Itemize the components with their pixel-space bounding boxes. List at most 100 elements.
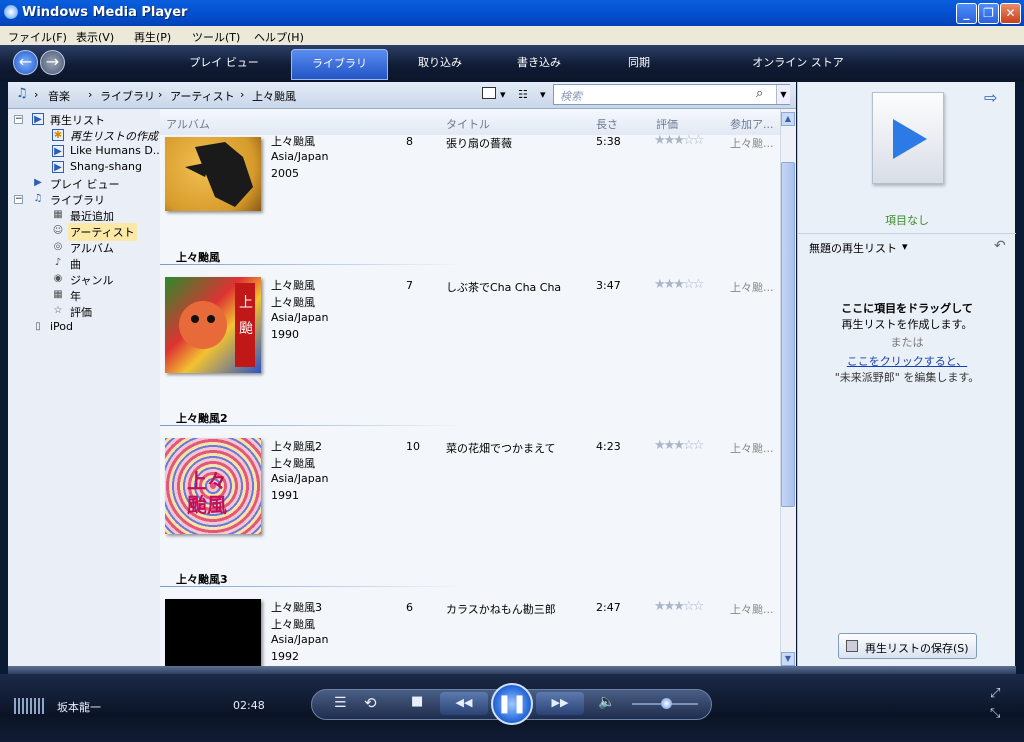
row-title[interactable]: しぶ茶でCha Cha Cha: [446, 279, 561, 295]
save-playlist-button[interactable]: 再生リストの保存(S): [838, 633, 977, 659]
recently-added-icon: ▦: [53, 209, 63, 220]
tree-create-playlist[interactable]: 再生リストの作成: [70, 128, 158, 144]
undo-icon[interactable]: ↶: [994, 238, 1006, 254]
search-input[interactable]: 検索: [560, 88, 582, 104]
tab-now-playing[interactable]: プレイ ビュー: [160, 49, 288, 80]
playlist-icon: ▶: [52, 161, 64, 173]
tree-now-playing[interactable]: プレイ ビュー: [50, 176, 120, 192]
tab-sync[interactable]: 同期: [590, 49, 688, 80]
layout-options-icon[interactable]: ☷: [518, 88, 528, 101]
tree-library[interactable]: ライブラリ: [50, 192, 105, 208]
menu-play[interactable]: 再生(P): [134, 29, 171, 45]
group-title: 上々颱風2: [176, 412, 228, 425]
search-icon[interactable]: ⌕: [756, 86, 763, 101]
search-dropdown-icon[interactable]: ▼: [776, 85, 790, 104]
compact-mode-icon[interactable]: ⤡: [990, 706, 1000, 721]
album-art[interactable]: 上颱: [165, 277, 261, 373]
row-album: 上々颱風: [271, 457, 315, 470]
tree-playlist-2[interactable]: Shang-shang: [70, 160, 142, 173]
forward-arrow-icon[interactable]: ⇨: [984, 88, 997, 107]
tab-burn[interactable]: 書き込み: [490, 49, 588, 80]
tree-playlist-1[interactable]: Like Humans D...: [70, 144, 163, 157]
chevron-down-icon[interactable]: ▾: [500, 88, 506, 101]
collapse-icon[interactable]: −: [14, 115, 23, 124]
row-title[interactable]: 張り扇の薔薇: [446, 135, 512, 151]
fullscreen-icon[interactable]: ⤢: [990, 686, 1000, 701]
search-box[interactable]: 検索 ⌕ ▼: [553, 84, 790, 105]
minimize-button[interactable]: _: [956, 3, 977, 24]
tab-library[interactable]: ライブラリ: [291, 49, 388, 80]
tree-rating[interactable]: 評価: [70, 304, 92, 320]
album-art[interactable]: [165, 599, 261, 666]
breadcrumb-current[interactable]: 上々颱風: [252, 88, 296, 104]
window-title: Windows Media Player: [22, 5, 188, 20]
breadcrumb-artist[interactable]: アーティスト: [170, 88, 235, 104]
tree-recent[interactable]: 最近追加: [70, 208, 114, 224]
volume-icon[interactable]: 🔈: [598, 694, 615, 710]
album-art[interactable]: 上々 颱風: [165, 438, 261, 534]
svg-text:颱風: 颱風: [187, 493, 227, 517]
group-divider: [160, 425, 460, 426]
column-album[interactable]: アルバム: [166, 116, 210, 132]
chevron-down-icon[interactable]: ▾: [540, 88, 546, 101]
column-contributing-artist[interactable]: 参加ア...: [730, 116, 774, 132]
tree-playlists[interactable]: 再生リスト: [50, 112, 105, 128]
row-title[interactable]: 菜の花畑でつかまえて: [446, 440, 555, 456]
repeat-icon[interactable]: ⟲: [364, 694, 377, 712]
row-year: 1990: [271, 328, 299, 341]
tree-artist[interactable]: アーティスト: [68, 223, 137, 241]
breadcrumb-library[interactable]: ライブラリ: [100, 88, 155, 104]
tab-online-store[interactable]: オンライン ストア: [698, 49, 898, 80]
rating-stars[interactable]: ★★★☆☆: [654, 133, 704, 148]
svg-text:上: 上: [239, 295, 253, 311]
menu-view[interactable]: 表示(V): [76, 29, 114, 45]
tree-year[interactable]: 年: [70, 288, 81, 304]
forward-button[interactable]: →: [40, 50, 65, 75]
menu-file[interactable]: ファイル(F): [8, 29, 67, 45]
group-divider: [160, 586, 460, 587]
menu-help[interactable]: ヘルプ(H): [254, 29, 304, 45]
tab-rip[interactable]: 取り込み: [392, 49, 488, 80]
shuffle-icon[interactable]: ☰: [334, 695, 347, 711]
horizontal-scrollbar[interactable]: [8, 666, 1016, 674]
scrollbar-thumb[interactable]: [781, 162, 795, 507]
previous-icon[interactable]: ◀◀: [440, 692, 488, 715]
drag-hint-title: ここに項目をドラッグして: [841, 302, 973, 315]
tree-ipod[interactable]: iPod: [50, 320, 73, 333]
column-length[interactable]: 長さ: [596, 116, 618, 132]
tree-album[interactable]: アルバム: [70, 240, 114, 256]
album-art[interactable]: [165, 137, 261, 211]
tree-genre[interactable]: ジャンル: [70, 272, 113, 288]
chevron-down-icon[interactable]: ▾: [902, 240, 908, 253]
save-playlist-label: 再生リストの保存(S): [865, 642, 969, 655]
close-button[interactable]: ✕: [1000, 3, 1021, 24]
row-genre: Asia/Japan: [271, 472, 329, 485]
volume-thumb[interactable]: [661, 698, 672, 709]
row-contrib: 上々颱...: [730, 137, 774, 150]
drag-hint-text: 再生リストを作成します。: [841, 318, 973, 331]
edit-hint: "未来派野郎" を編集します。: [834, 371, 980, 384]
stop-icon[interactable]: ■: [411, 694, 423, 709]
tree-song[interactable]: 曲: [70, 256, 81, 272]
column-rating[interactable]: 評価: [656, 116, 678, 132]
breadcrumb-music[interactable]: 音楽: [48, 88, 70, 104]
view-options-icon[interactable]: [482, 87, 496, 99]
rating-stars[interactable]: ★★★☆☆: [654, 438, 704, 453]
maximize-button[interactable]: ❐: [978, 3, 999, 24]
nav-bar: ← → プレイ ビュー ライブラリ 取り込み 書き込み 同期 オンライン ストア: [0, 45, 1024, 82]
rating-stars[interactable]: ★★★☆☆: [654, 599, 704, 614]
scroll-down-icon[interactable]: ▼: [781, 652, 795, 666]
next-icon[interactable]: ▶▶: [536, 692, 584, 715]
back-button[interactable]: ←: [13, 50, 38, 75]
rating-stars[interactable]: ★★★☆☆: [654, 277, 704, 292]
visualizer-icon[interactable]: [14, 698, 46, 714]
scroll-up-icon[interactable]: ▲: [781, 112, 795, 126]
click-here-link[interactable]: ここをクリックすると、: [798, 353, 1016, 369]
menu-tools[interactable]: ツール(T): [192, 29, 240, 45]
playlist-name[interactable]: 無題の再生リスト: [809, 240, 897, 256]
column-title[interactable]: タイトル: [446, 116, 490, 132]
row-title[interactable]: カラスかねもん勘三郎: [446, 601, 556, 617]
row-length: 2:47: [596, 601, 621, 614]
collapse-icon[interactable]: −: [14, 195, 23, 204]
pause-button[interactable]: ❚❚: [491, 683, 533, 725]
